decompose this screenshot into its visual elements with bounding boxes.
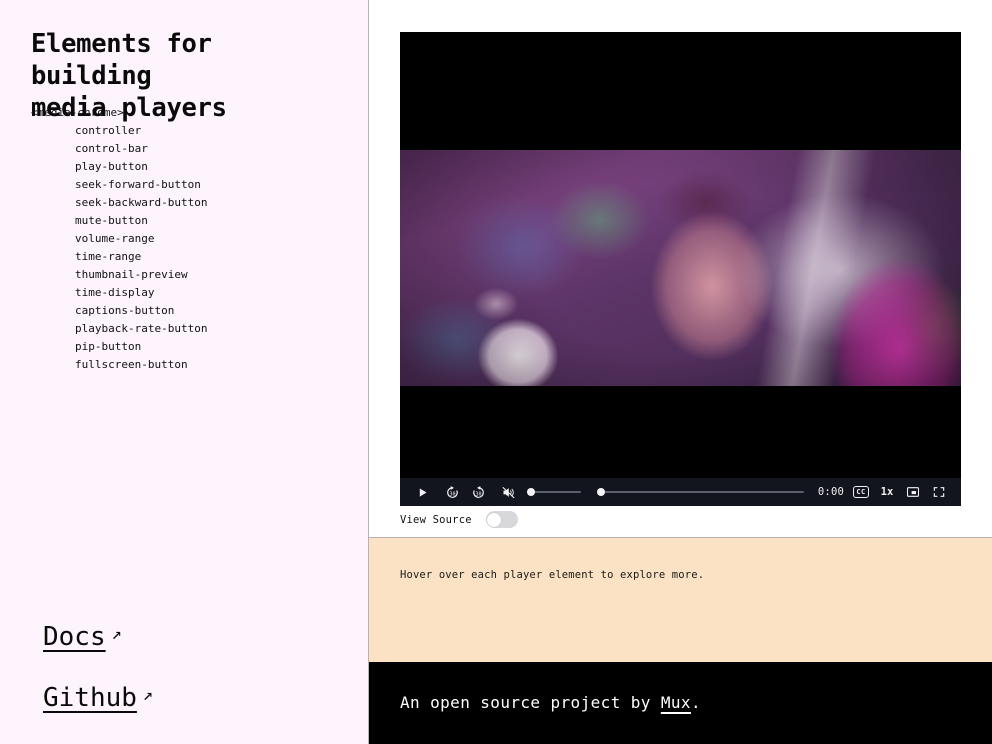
element-tree-item-time-display[interactable]: time-display <box>31 284 351 302</box>
time-range-track <box>597 491 804 493</box>
element-tree-item-time-range[interactable]: time-range <box>31 248 351 266</box>
footer: An open source project by Mux. <box>369 662 992 744</box>
element-tree-item-fullscreen-button[interactable]: fullscreen-button <box>31 356 351 374</box>
hint-section: Hover over each player element to explor… <box>369 537 992 662</box>
captions-button[interactable]: CC <box>848 479 874 505</box>
svg-text:30: 30 <box>449 491 455 497</box>
fullscreen-button[interactable] <box>926 479 952 505</box>
element-tree-item-play-button[interactable]: play-button <box>31 158 351 176</box>
seek-forward-button[interactable]: 30 <box>439 479 465 505</box>
docs-link[interactable]: Docs ↗ <box>43 616 343 661</box>
play-button[interactable] <box>409 479 435 505</box>
main-panel: 30 30 0:00 CC 1x View Source Hover over … <box>369 0 992 744</box>
element-tree-item-control-bar[interactable]: control-bar <box>31 140 351 158</box>
element-tree-item-volume-range[interactable]: volume-range <box>31 230 351 248</box>
sidebar-links: Docs ↗ Github ↗ <box>43 600 343 722</box>
view-source-toggle[interactable] <box>485 511 518 528</box>
element-tree-item-controller[interactable]: controller <box>31 122 351 140</box>
playback-rate-button[interactable]: 1x <box>874 479 900 505</box>
mute-button[interactable] <box>495 479 521 505</box>
time-display: 0:00 <box>817 486 844 498</box>
element-tree-item-pip-button[interactable]: pip-button <box>31 338 351 356</box>
time-range-thumb[interactable] <box>597 488 605 496</box>
volume-range-track <box>527 491 581 493</box>
view-source-row[interactable]: View Source <box>400 511 518 528</box>
view-source-toggle-knob <box>487 512 502 527</box>
element-tree: <media-chrome> controller control-bar pl… <box>31 104 351 374</box>
volume-range[interactable] <box>527 479 581 505</box>
media-player[interactable]: 30 30 0:00 CC 1x <box>400 32 961 506</box>
element-tree-item-mute-button[interactable]: mute-button <box>31 212 351 230</box>
element-tree-item-thumbnail-preview[interactable]: thumbnail-preview <box>31 266 351 284</box>
mux-link[interactable]: Mux <box>661 693 691 712</box>
control-bar: 30 30 0:00 CC 1x <box>400 478 961 506</box>
view-source-label: View Source <box>400 513 472 526</box>
hint-text: Hover over each player element to explor… <box>400 569 705 581</box>
github-link[interactable]: Github ↗ <box>43 677 343 722</box>
sidebar: Elements for building media players <med… <box>0 0 369 744</box>
footer-suffix: . <box>690 693 702 712</box>
time-range[interactable] <box>597 479 804 505</box>
playback-rate-label: 1x <box>880 486 894 498</box>
svg-text:30: 30 <box>475 491 481 497</box>
captions-badge-label: CC <box>853 486 869 498</box>
github-link-label: Github <box>43 683 137 713</box>
element-tree-item-seek-backward-button[interactable]: seek-backward-button <box>31 194 351 212</box>
element-tree-item-seek-forward-button[interactable]: seek-forward-button <box>31 176 351 194</box>
docs-link-label: Docs <box>43 622 106 652</box>
page-root: Elements for building media players <med… <box>0 0 992 744</box>
volume-range-thumb[interactable] <box>527 488 535 496</box>
element-tree-item-playback-rate-button[interactable]: playback-rate-button <box>31 320 351 338</box>
element-tree-item-captions-button[interactable]: captions-button <box>31 302 351 320</box>
video-vignette <box>400 150 961 386</box>
video-frame <box>400 150 961 386</box>
external-link-arrow-icon: ↗ <box>111 624 122 644</box>
video-stage[interactable] <box>400 32 961 478</box>
pip-button[interactable] <box>900 479 926 505</box>
footer-prefix: An open source project by <box>400 693 661 712</box>
seek-backward-button[interactable]: 30 <box>465 479 491 505</box>
element-tree-root: <media-chrome> <box>31 106 124 119</box>
footer-text: An open source project by Mux. <box>400 693 701 712</box>
external-link-arrow-icon: ↗ <box>142 685 154 705</box>
